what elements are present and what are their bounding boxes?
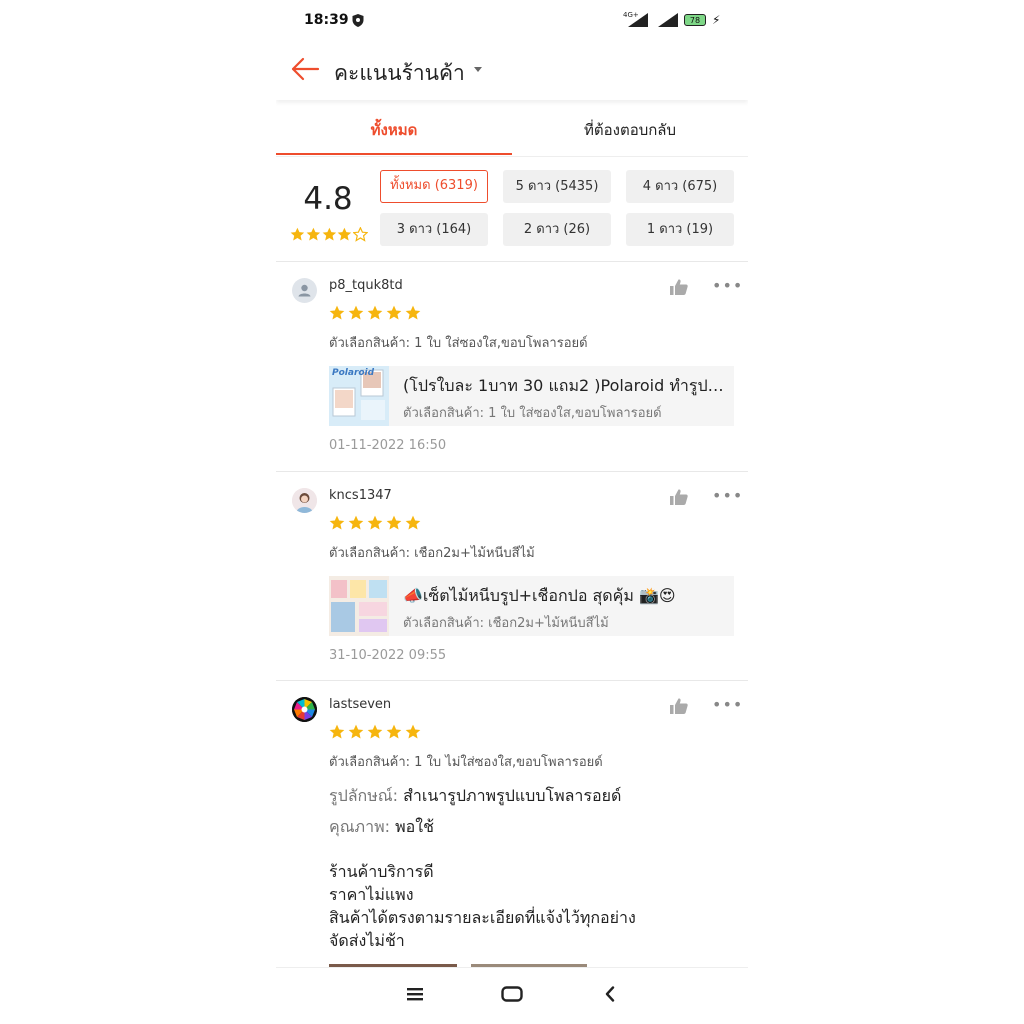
filter-1-star[interactable]: 1 ดาว (19) [626,213,734,246]
more-options-icon[interactable]: ••• [712,695,743,714]
star-filled-icon [348,305,364,320]
shield-icon [352,14,364,27]
star-filled-icon [367,724,383,739]
review-item: lastseven ••• ตัวเลือกสินค้า: 1 ใบ ไม่ใส… [276,681,748,967]
signal-icon-2 [658,13,678,27]
avatar[interactable] [292,278,317,303]
star-filled-icon [367,515,383,530]
review-stars [329,515,421,531]
average-score: 4.8 [303,181,353,217]
attribute-value: สำเนารูปภาพรูปแบบโพลารอยด์ [403,786,622,805]
product-thumbnail: Polaroid [329,366,389,426]
product-variation: ตัวเลือกสินค้า: 1 ใบ ใส่ซองใส,ขอบโพลารอย… [403,406,662,421]
product-card[interactable]: 📣เซ็ตไม้หนีบรูป+เชือกปอ สุดคุ้ม 📸😍 ตัวเล… [329,576,734,636]
tab-all[interactable]: ทั้งหมด [276,106,512,155]
attribute-key: คุณภาพ: [329,817,391,836]
product-card[interactable]: Polaroid (โปรใบละ 1บาท 30 แถม2 )Polaroid… [329,366,734,426]
star-filled-icon [386,515,402,530]
star-filled-icon [306,227,320,241]
thumbs-up-icon[interactable] [669,278,689,296]
product-name: 📣เซ็ตไม้หนีบรูป+เชือกปอ สุดคุ้ม 📸😍 [403,586,676,605]
review-comment-line: ร้านค้าบริการดี [329,862,434,881]
product-name: (โปรใบละ 1บาท 30 แถม2 )Polaroid ทำรูปโพล… [403,376,725,395]
review-username: kncs1347 [329,488,392,503]
phone-screen: 18:39 4G+ 78 ⚡ คะแนนร้านค้า ทั้งหมด ที่ต… [276,0,748,1024]
star-filled-icon [386,724,402,739]
review-comment-line: ราคาไม่แพง [329,885,414,904]
review-attribute-quality: คุณภาพ: พอใช้ [329,815,434,840]
star-filled-icon [405,305,421,320]
review-comment-line: สินค้าได้ตรงตามรายละเอียดที่แจ้งไว้ทุกอย… [329,908,636,927]
page-title[interactable]: คะแนนร้านค้า [334,57,465,90]
battery-icon: 78 [684,14,706,26]
star-filled-icon [329,515,345,530]
clock: 18:39 [304,12,349,28]
star-filled-icon [338,227,352,241]
star-filled-icon [329,305,345,320]
filter-all[interactable]: ทั้งหมด (6319) [380,170,488,203]
star-filled-icon [367,305,383,320]
review-stars [329,305,421,321]
user-photo [292,488,317,513]
rating-summary: 4.8 ทั้งหมด (6319) 5 ดาว (5435) 4 ดาว (6… [276,157,748,262]
review-comment-line: จัดส่งไม่ช้า [329,931,405,950]
avatar[interactable] [292,488,317,513]
review-attribute-appearance: รูปลักษณ์: สำเนารูปภาพรูปแบบโพลารอยด์ [329,784,621,809]
chevron-down-icon[interactable] [474,67,482,72]
thumbs-up-icon[interactable] [669,488,689,506]
star-filled-icon [386,305,402,320]
more-options-icon[interactable]: ••• [712,276,743,295]
attribute-value: พอใช้ [395,817,434,836]
charging-icon: ⚡ [712,13,721,27]
star-outline-icon [353,227,368,242]
system-nav-bar [276,967,748,1024]
arrow-left-icon[interactable] [290,56,320,82]
default-user-icon [298,284,311,297]
tab-all-label: ทั้งหมด [370,121,418,139]
user-photo [292,697,317,722]
review-username: p8_tquk8td [329,278,403,293]
tab-to-reply[interactable]: ที่ต้องตอบกลับ [512,106,748,154]
review-variation: ตัวเลือกสินค้า: เชือก2ม+ไม้หนีบสีไม้ [329,546,535,561]
star-filled-icon [405,515,421,530]
review-variation: ตัวเลือกสินค้า: 1 ใบ ใส่ซองใส,ขอบโพลารอย… [329,336,588,351]
avatar[interactable] [292,697,317,722]
star-filled-icon [405,724,421,739]
star-filled-icon [329,724,345,739]
star-filled-icon [348,724,364,739]
review-date: 01-11-2022 16:50 [329,438,447,453]
review-date: 31-10-2022 09:55 [329,648,447,663]
star-filled-icon [322,227,336,241]
review-stars [329,724,421,740]
review-username: lastseven [329,697,392,712]
filter-3-stars[interactable]: 3 ดาว (164) [380,213,488,246]
review-variation: ตัวเลือกสินค้า: 1 ใบ ไม่ใส่ซองใส,ขอบโพลา… [329,755,603,770]
menu-icon[interactable] [406,986,424,1002]
attribute-key: รูปลักษณ์: [329,786,399,805]
home-icon[interactable] [501,986,523,1002]
more-options-icon[interactable]: ••• [712,486,743,505]
review-item: kncs1347 ••• ตัวเลือกสินค้า: เชือก2ม+ไม้… [276,472,748,681]
filter-5-stars[interactable]: 5 ดาว (5435) [503,170,611,203]
back-nav-icon[interactable] [604,986,616,1002]
product-thumbnail-text: Polaroid [332,368,375,378]
product-variation: ตัวเลือกสินค้า: เชือก2ม+ไม้หนีบสีไม้ [403,616,609,631]
tab-active-indicator [276,153,512,155]
thumbs-up-icon[interactable] [669,697,689,715]
signal-icon [628,13,648,27]
status-bar: 18:39 4G+ 78 ⚡ [276,0,748,42]
star-filled-icon [348,515,364,530]
tab-to-reply-label: ที่ต้องตอบกลับ [583,121,677,139]
filter-4-stars[interactable]: 4 ดาว (675) [626,170,734,203]
star-filled-icon [290,227,305,241]
review-item: p8_tquk8td ••• ตัวเลือกสินค้า: 1 ใบ ใส่ซ… [276,262,748,472]
average-stars [290,227,368,242]
app-header: คะแนนร้านค้า [276,42,748,100]
product-thumbnail [329,576,389,636]
tab-bar: ทั้งหมด ที่ต้องตอบกลับ [276,106,748,157]
filter-2-stars[interactable]: 2 ดาว (26) [503,213,611,246]
